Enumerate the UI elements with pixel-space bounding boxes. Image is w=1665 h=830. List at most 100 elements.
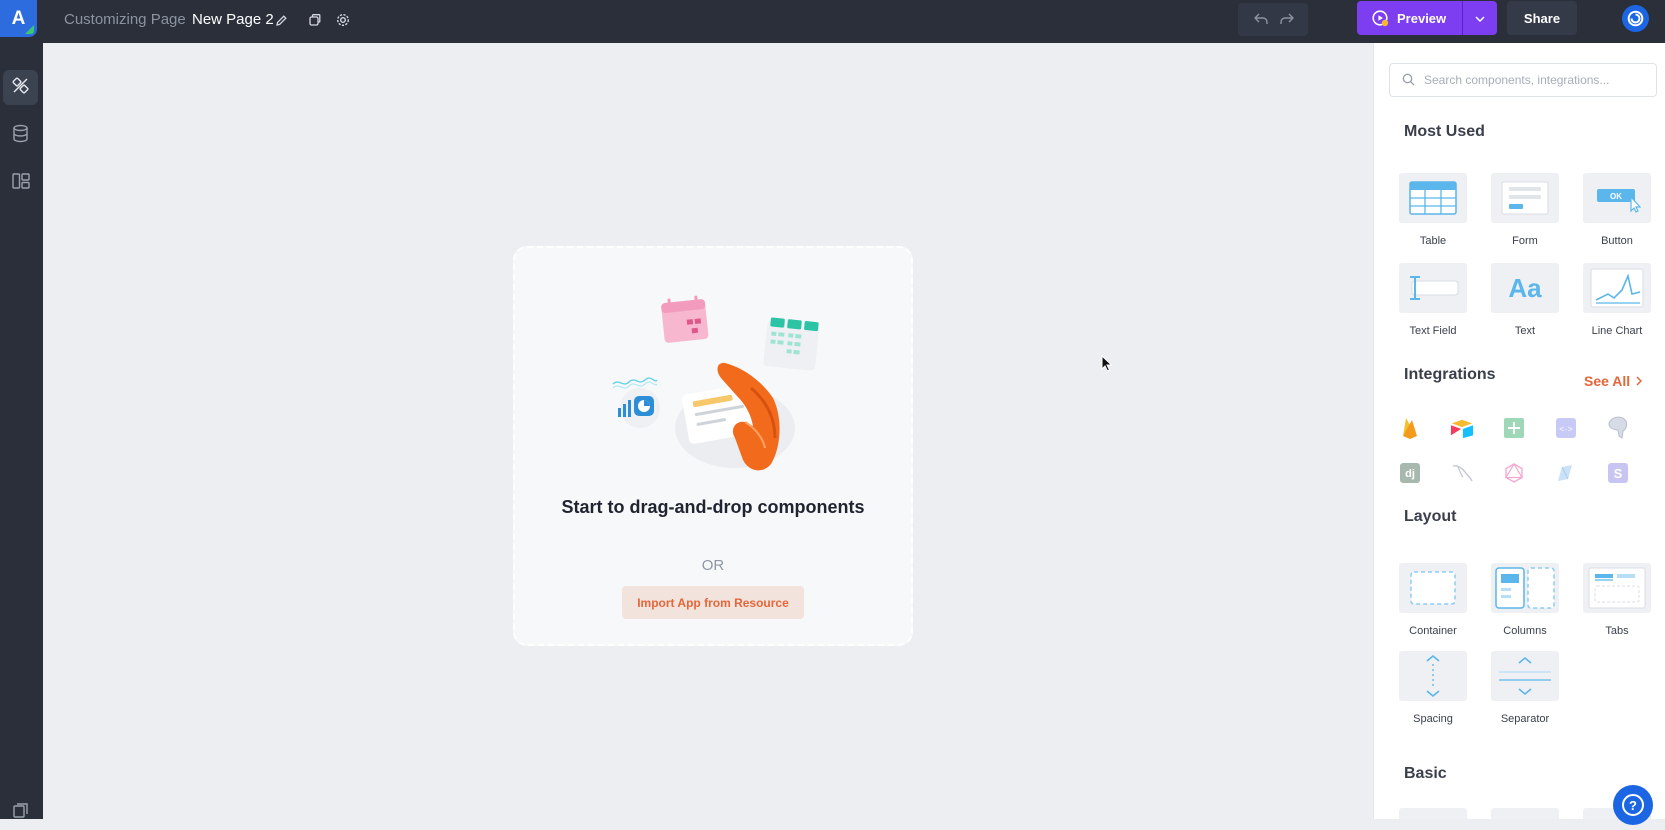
search-icon [1402,73,1415,91]
component-tabs[interactable]: Tabs [1582,563,1652,637]
component-label: Button [1601,235,1633,247]
component-label: Tabs [1605,625,1629,637]
google-sheets-icon[interactable] [1502,416,1526,440]
logo-letter: A [11,7,26,29]
rail-data[interactable] [3,118,38,153]
component-separator[interactable]: Separator [1490,651,1560,725]
component-label: Table [1419,235,1447,247]
help-button[interactable]: ? [1613,785,1653,825]
see-all-label: See All [1584,373,1631,389]
preview-label: Preview [1397,10,1447,26]
airtable-icon[interactable] [1450,416,1474,440]
form-thumbnail [1491,173,1559,223]
component-basic-2[interactable] [1490,808,1560,819]
chevron-right-icon [1636,373,1643,389]
drop-zone-title: Start to drag-and-drop components [561,497,865,517]
or-separator: OR [701,557,725,574]
component-label: Container [1409,625,1457,637]
app-name[interactable]: Customizing Page [64,11,186,28]
component-text[interactable]: Aa Text [1490,263,1560,337]
app-logo[interactable]: A [0,0,37,37]
svg-text:<·>: <·> [1559,424,1573,434]
drop-zone[interactable]: Start to drag-and-drop components OR Imp… [513,246,913,646]
user-avatar[interactable] [1622,5,1649,32]
component-panel: Most Used Table Form OK Button Text Fiel… [1373,43,1665,819]
component-label: Text Field [1409,325,1457,337]
postgresql-icon[interactable] [1606,416,1630,440]
graphql-icon[interactable] [1502,461,1526,485]
preview-button[interactable]: Preview [1357,1,1462,35]
preview-button-group: Preview [1357,1,1497,35]
supabase-icon[interactable]: S [1606,461,1630,485]
mouse-cursor-icon [1101,354,1113,377]
container-thumbnail [1399,563,1467,613]
edit-pencil-icon[interactable] [270,9,292,31]
most-used-title: Most Used [1404,123,1485,140]
database-icon [12,124,29,148]
drag-drop-illustration [612,295,819,471]
page-name[interactable]: New Page 2 [192,11,274,28]
line-chart-thumbnail [1583,263,1651,313]
component-columns[interactable]: Columns [1490,563,1560,637]
svg-text:dj: dj [1405,468,1415,480]
duplicate-icon[interactable] [304,9,326,31]
component-label: Spacing [1413,713,1453,725]
see-all-link[interactable]: See All [1584,373,1643,389]
component-label: Text [1514,325,1536,337]
tabs-thumbnail [1583,563,1651,613]
component-label: Form [1512,235,1538,247]
component-line-chart[interactable]: Line Chart [1582,263,1652,337]
component-container[interactable]: Container [1398,563,1468,637]
text-thumbnail: Aa [1491,263,1559,313]
pages-icon [12,802,29,824]
component-basic-1[interactable] [1398,808,1468,819]
rest-api-icon[interactable]: <·> [1554,416,1578,440]
component-search[interactable] [1389,63,1657,97]
components-icon [11,76,30,100]
preview-play-icon [1372,10,1389,27]
import-app-button[interactable]: Import App from Resource [622,586,804,619]
spacing-thumbnail [1399,651,1467,701]
mysql-icon[interactable] [1450,461,1474,485]
svg-text:OK: OK [1610,192,1622,201]
component-label: Line Chart [1591,325,1643,337]
button-thumbnail: OK [1583,173,1651,223]
component-label: Separator [1500,713,1550,725]
canvas[interactable]: Start to drag-and-drop components OR Imp… [43,43,1373,819]
component-label: Columns [1503,625,1547,637]
help-question-icon: ? [1622,794,1644,816]
basic-thumbnail [1491,808,1559,819]
component-text-field[interactable]: Text Field [1398,263,1468,337]
layout-title: Layout [1404,508,1457,525]
separator-thumbnail [1491,651,1559,701]
history-controls [1238,3,1308,36]
svg-text:S: S [1614,466,1623,481]
basic-title: Basic [1404,765,1447,782]
component-spacing[interactable]: Spacing [1398,651,1468,725]
rail-layout[interactable] [3,166,38,201]
undo-icon[interactable] [1250,8,1272,30]
component-button[interactable]: OK Button [1582,173,1652,247]
left-rail [0,43,43,819]
settings-gear-icon[interactable] [332,9,354,31]
component-table[interactable]: Table [1398,173,1468,247]
rail-components[interactable] [3,70,38,105]
integrations-title: Integrations [1404,366,1496,383]
table-thumbnail [1399,173,1467,223]
firebase-icon[interactable] [1398,416,1422,440]
chevron-down-icon [1475,9,1485,27]
notion-icon[interactable] [1554,461,1578,485]
component-form[interactable]: Form [1490,173,1560,247]
share-button[interactable]: Share [1507,1,1577,35]
redo-icon[interactable] [1276,8,1298,30]
columns-thumbnail [1491,563,1559,613]
django-icon[interactable]: dj [1398,461,1422,485]
basic-thumbnail [1399,808,1467,819]
rail-pages[interactable] [3,795,38,830]
svg-text:Aa: Aa [1508,273,1542,303]
search-input[interactable] [1424,70,1649,90]
top-bar: A Customizing Page New Page 2 Preview Sh… [0,0,1665,43]
text-field-thumbnail [1399,263,1467,313]
layout-icon [11,173,30,194]
preview-options-button[interactable] [1463,9,1497,27]
